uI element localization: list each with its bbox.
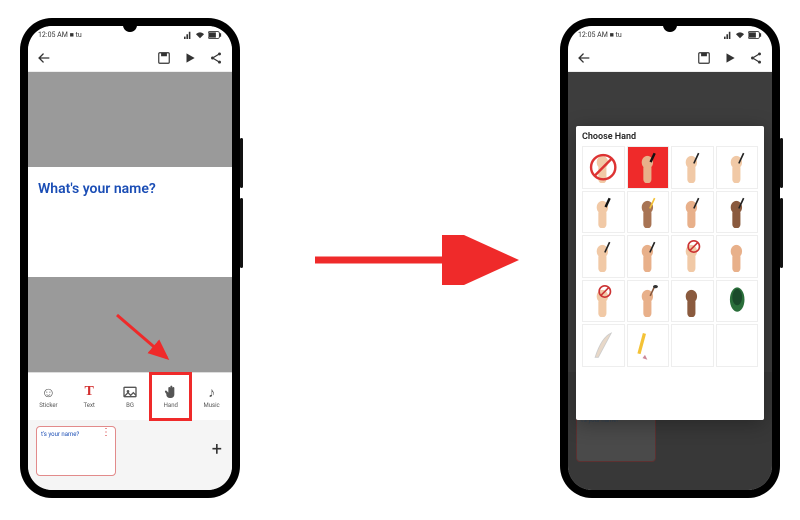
tool-text[interactable]: T Text [69,373,110,420]
hand-option[interactable] [671,146,714,189]
share-icon [749,51,763,65]
hand-option[interactable] [716,191,759,234]
tool-label: Hand [164,402,178,409]
camera-notch [663,18,677,32]
smiley-icon: ☺ [40,384,56,400]
add-slide-button[interactable]: + [212,439,222,460]
slide-thumbnail[interactable]: t's your name? ⋮ [36,426,116,476]
status-extra: ■ tu [70,31,82,39]
screen-left: 12:05 AM ■ tu [28,26,232,490]
power-button [240,138,243,188]
volume-button [780,198,783,268]
tool-label: Text [83,402,94,409]
tool-bg[interactable]: BG [110,373,151,420]
tool-label: BG [126,402,134,409]
hand-option[interactable] [627,280,670,323]
tool-hand[interactable]: Hand [150,373,191,420]
tool-sticker[interactable]: ☺ Sticker [28,373,69,420]
wifi-icon [195,31,205,39]
status-extra: ■ tu [610,31,622,39]
hand-option[interactable] [716,324,759,367]
share-button[interactable] [208,50,224,66]
hand-option[interactable] [716,235,759,278]
hand-option[interactable] [627,191,670,234]
status-time: 12:05 AM [38,31,68,39]
tool-music[interactable]: ♪ Music [191,373,232,420]
text-slide[interactable]: What's your name? [28,167,232,277]
play-button[interactable] [722,50,738,66]
image-icon [122,384,138,400]
hand-option[interactable] [582,191,625,234]
hand-option[interactable] [716,280,759,323]
annotation-arrow-small [112,310,182,370]
screen-right: 12:05 AM ■ tu [568,26,772,490]
slide-text: What's your name? [38,181,222,197]
hand-option[interactable] [671,324,714,367]
camera-notch [123,18,137,32]
hand-icon [163,384,179,400]
play-icon [723,51,737,65]
tool-label: Sticker [39,402,57,409]
arrow-left-icon [576,50,592,66]
arrow-left-icon [36,50,52,66]
play-icon [183,51,197,65]
music-icon: ♪ [204,384,220,400]
hand-option[interactable] [582,146,625,189]
save-button[interactable] [156,50,172,66]
share-icon [209,51,223,65]
hand-option[interactable] [671,191,714,234]
status-icons [724,31,762,39]
text-icon: T [81,384,97,400]
power-button [780,138,783,188]
tool-label: Music [203,402,219,409]
battery-icon [748,31,762,39]
hand-option[interactable] [582,235,625,278]
back-button[interactable] [36,50,52,66]
toolbar: ☺ Sticker T Text BG Hand [28,372,232,420]
phone-mock-right: 12:05 AM ■ tu [560,18,780,498]
back-button[interactable] [576,50,592,66]
hand-grid [582,146,758,367]
phone-mock-left: 12:05 AM ■ tu [20,18,240,498]
hand-option[interactable] [582,280,625,323]
hand-option[interactable] [671,235,714,278]
share-button[interactable] [748,50,764,66]
annotation-arrow-large [310,235,530,285]
app-bar [568,44,772,72]
slides-row: t's your name? ⋮ [28,420,232,482]
app-bar [28,44,232,72]
thumbnail-text: t's your name? [41,431,79,438]
more-icon[interactable]: ⋮ [101,431,111,435]
status-time: 12:05 AM [578,31,608,39]
wifi-icon [735,31,745,39]
save-icon [157,51,171,65]
save-button[interactable] [696,50,712,66]
save-icon [697,51,711,65]
signal-icon [724,31,732,39]
volume-button [240,198,243,268]
modal-title: Choose Hand [582,132,758,142]
signal-icon [184,31,192,39]
hand-option[interactable] [671,280,714,323]
hand-option[interactable] [582,324,625,367]
hand-option[interactable] [716,146,759,189]
play-button[interactable] [182,50,198,66]
battery-icon [208,31,222,39]
status-icons [184,31,222,39]
hand-option[interactable] [627,324,670,367]
hand-option[interactable] [627,146,670,189]
bottom-panel: ☺ Sticker T Text BG Hand [28,372,232,490]
choose-hand-modal: Choose Hand [576,126,764,420]
hand-option[interactable] [627,235,670,278]
